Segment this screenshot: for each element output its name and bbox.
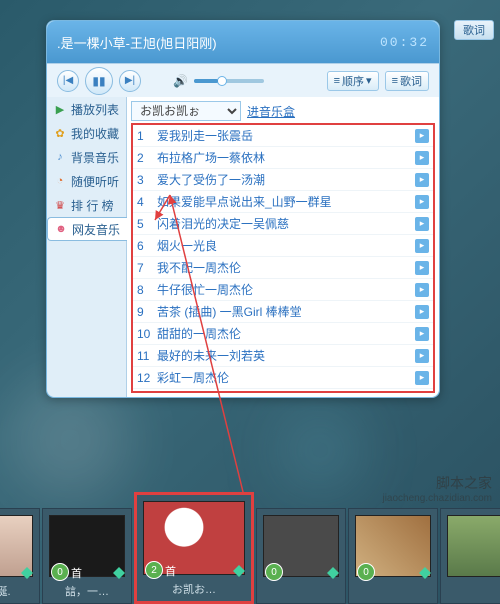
dock-label: 誩，一… (43, 583, 131, 603)
track-row[interactable]: 4 如果爱能早点说出来_山野一群星 ▸ (133, 191, 433, 213)
next-button[interactable]: ▶| (119, 70, 141, 92)
pause-button[interactable]: ▮▮ (85, 67, 113, 95)
count-badge: 0 (51, 563, 69, 581)
track-number: 7 (137, 261, 151, 275)
external-lyrics-button[interactable]: 歌词 (454, 20, 494, 40)
friends-icon: ☻ (54, 222, 68, 236)
sidebar: ▶播放列表 ✿我的收藏 ♪背景音乐 ◔随便听听 ♛排 行 榜 ☻网友音乐 (47, 97, 127, 397)
track-row[interactable]: 2 布拉格广场一蔡依林 ▸ (133, 147, 433, 169)
dock-item[interactable]: 0首 . 燻娫. (0, 508, 40, 604)
add-icon[interactable]: ▸ (415, 305, 429, 319)
friends-dock: 0首 . 燻娫. 0首 誩，一… 2 首 お凯お… 0 0 (0, 508, 500, 604)
sidebar-item-playlist[interactable]: ▶播放列表 (47, 97, 126, 121)
track-number: 12 (137, 371, 151, 385)
dock-label (257, 583, 345, 603)
playlist: 1 爱我别走一张震岳 ▸ 2 布拉格广场一蔡依林 ▸ 3 爱大了受伤了一汤潮 ▸ 4 如果爱能早点说… (131, 123, 435, 393)
friend-selector[interactable]: お凯お凯ぉ (131, 101, 241, 121)
play-mode-button[interactable]: ≡ 顺序 ▾ (327, 71, 379, 91)
track-name: 甜甜的一周杰伦 (157, 325, 409, 342)
track-name: 我不配一周杰伦 (157, 259, 409, 276)
track-row[interactable]: 5 闪着泪光的决定一吴佩慈 ▸ (133, 213, 433, 235)
track-row[interactable]: 8 牛仔很忙一周杰伦 ▸ (133, 279, 433, 301)
track-name: 彩虹一周杰伦 (157, 369, 409, 386)
now-playing-text: .是一棵小草-王旭(旭日阳刚) (57, 33, 217, 52)
track-name: 布拉格广场一蔡依林 (157, 149, 409, 166)
count-badge: 0 (265, 563, 283, 581)
volume-icon[interactable]: 🔊 (173, 74, 188, 88)
music-player-window: .是一棵小草-王旭(旭日阳刚) 00:32 |◀ ▮▮ ▶| 🔊 ≡ 顺序 ▾ … (46, 20, 440, 398)
track-name: 爱大了受伤了一汤潮 (157, 171, 409, 188)
track-name: 爱我别走一张震岳 (157, 127, 409, 144)
add-icon[interactable]: ▸ (415, 349, 429, 363)
track-name: 如果爱能早点说出来_山野一群星 (157, 193, 409, 210)
track-number: 10 (137, 327, 151, 341)
track-name: 最好的未来一刘若英 (157, 347, 409, 364)
add-icon[interactable]: ▸ (415, 173, 429, 187)
track-number: 3 (137, 173, 151, 187)
track-row[interactable]: 1 爱我别走一张震岳 ▸ (133, 125, 433, 147)
prev-button[interactable]: |◀ (57, 70, 79, 92)
add-icon[interactable]: ▸ (415, 327, 429, 341)
add-icon[interactable]: ▸ (415, 151, 429, 165)
track-row[interactable]: 7 我不配一周杰伦 ▸ (133, 257, 433, 279)
track-row[interactable]: 9 苦茶 (插曲) 一黑Girl 棒棒堂 ▸ (133, 301, 433, 323)
dock-item[interactable]: 0首 誩，一… (42, 508, 132, 604)
add-icon[interactable]: ▸ (415, 371, 429, 385)
volume-slider[interactable] (194, 79, 264, 83)
add-icon[interactable]: ▸ (415, 195, 429, 209)
dock-label: お凯お… (137, 581, 251, 601)
track-row[interactable]: 10 甜甜的一周杰伦 ▸ (133, 323, 433, 345)
play-icon: ▶ (53, 102, 67, 116)
track-row[interactable]: 11 最好的未来一刘若英 ▸ (133, 345, 433, 367)
elapsed-time: 00:32 (380, 35, 429, 50)
watermark: 脚本之家 jiaocheng.chazidian.com (382, 473, 492, 504)
lyrics-button[interactable]: ≡ 歌词 (385, 71, 429, 91)
add-icon[interactable]: ▸ (415, 283, 429, 297)
track-number: 5 (137, 217, 151, 231)
avatar (447, 515, 500, 577)
dock-item[interactable]: 0 (348, 508, 438, 604)
add-icon[interactable]: ▸ (415, 261, 429, 275)
track-number: 9 (137, 305, 151, 319)
dock-label: . 燻娫. (0, 583, 39, 603)
dock-item[interactable]: 0 (256, 508, 346, 604)
titlebar[interactable]: .是一棵小草-王旭(旭日阳刚) 00:32 (47, 21, 439, 63)
track-number: 6 (137, 239, 151, 253)
avatar (0, 515, 33, 577)
dock-label (349, 583, 437, 603)
add-icon[interactable]: ▸ (415, 217, 429, 231)
sidebar-item-favorites[interactable]: ✿我的收藏 (47, 121, 126, 145)
track-number: 8 (137, 283, 151, 297)
dock-item[interactable] (440, 508, 500, 604)
count-badge: 2 (145, 561, 163, 579)
track-row[interactable]: 6 烟火一光良 ▸ (133, 235, 433, 257)
music-icon: ♪ (53, 150, 67, 164)
headphone-icon: ◔ (53, 174, 67, 188)
main-panel: お凯お凯ぉ 进音乐盒 1 爱我别走一张震岳 ▸ 2 布拉格广场一蔡依林 ▸ 3 爱大了受伤了一… (127, 97, 439, 397)
track-name: 闪着泪光的决定一吴佩慈 (157, 215, 409, 232)
track-name: 苦茶 (插曲) 一黑Girl 棒棒堂 (157, 303, 409, 320)
sidebar-item-friend-music[interactable]: ☻网友音乐 (47, 217, 127, 241)
sidebar-item-bgm[interactable]: ♪背景音乐 (47, 145, 126, 169)
star-icon: ✿ (53, 126, 67, 140)
track-number: 2 (137, 151, 151, 165)
add-icon[interactable]: ▸ (415, 129, 429, 143)
count-badge: 0 (357, 563, 375, 581)
player-controls: |◀ ▮▮ ▶| 🔊 ≡ 顺序 ▾ ≡ 歌词 (47, 63, 439, 97)
track-number: 4 (137, 195, 151, 209)
track-number: 1 (137, 129, 151, 143)
add-icon[interactable]: ▸ (415, 239, 429, 253)
track-row[interactable]: 3 爱大了受伤了一汤潮 ▸ (133, 169, 433, 191)
sidebar-item-random[interactable]: ◔随便听听 (47, 169, 126, 193)
sidebar-item-ranking[interactable]: ♛排 行 榜 (47, 193, 126, 217)
dock-item-selected[interactable]: 2 首 お凯お… (134, 492, 254, 604)
dock-label (441, 583, 500, 603)
track-name: 牛仔很忙一周杰伦 (157, 281, 409, 298)
music-box-link[interactable]: 进音乐盒 (247, 103, 295, 120)
track-number: 11 (137, 349, 151, 363)
track-row[interactable]: 12 彩虹一周杰伦 ▸ (133, 367, 433, 389)
crown-icon: ♛ (53, 198, 67, 212)
track-name: 烟火一光良 (157, 237, 409, 254)
